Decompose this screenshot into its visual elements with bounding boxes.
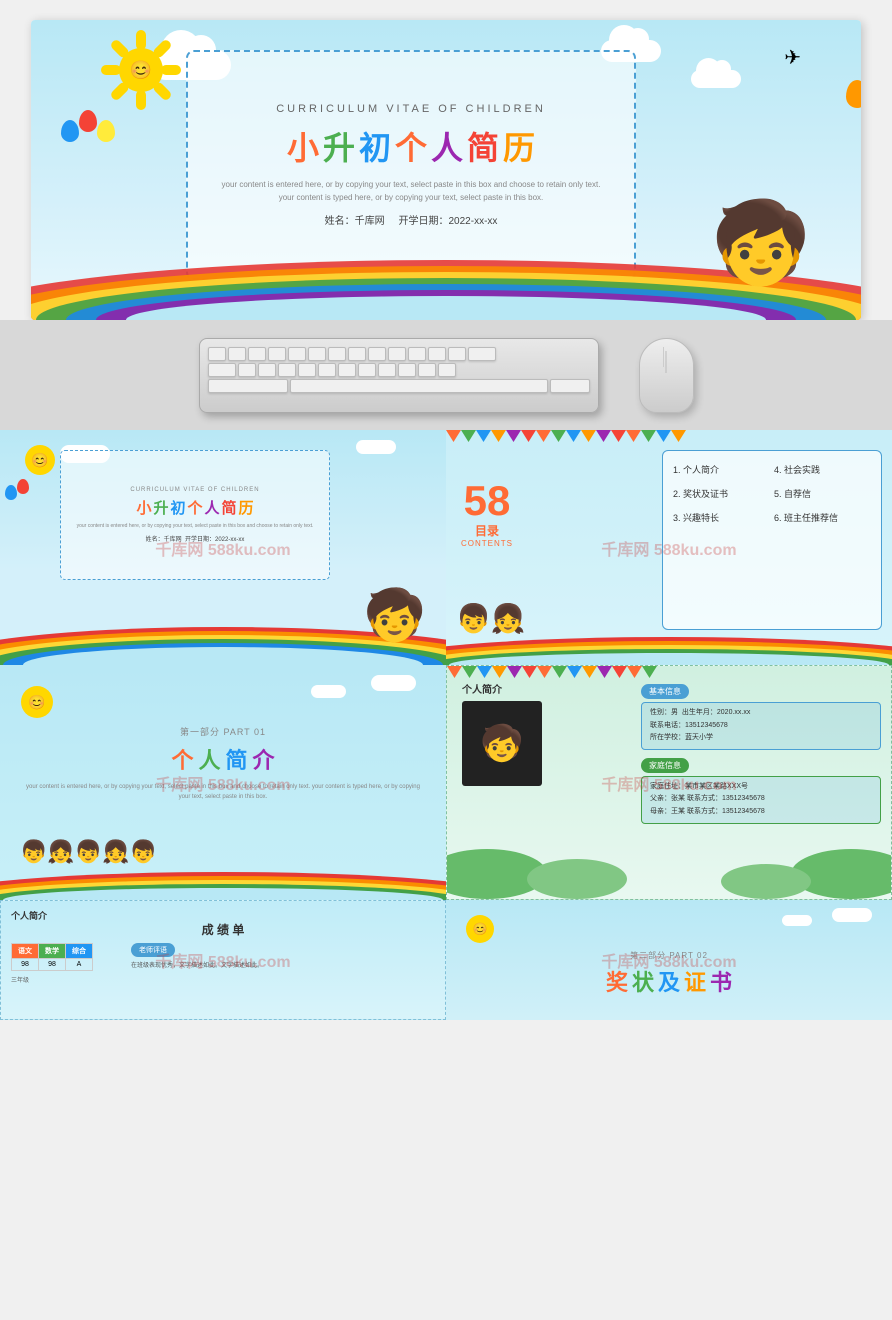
contents-item-2: 2. 奖状及证书 [673,485,770,505]
boy-character: 🧒 [711,196,811,290]
sun-part01: 😊 [15,680,60,725]
contents-label: 目录 [461,522,513,539]
cloud-awards-2 [782,915,812,926]
contents-label-en: CONTENTS [461,539,513,548]
family-info-section: 家庭住址：某市某区某路XXX号 父亲：张某 联系方式：13512345678 母… [641,776,881,824]
grade-chinese: 98 [12,959,39,971]
rainbow-part01 [0,860,446,900]
mouse [639,338,694,413]
main-slide-container: 😊 ✈ CURRICULUM VITAE OF CHILDREN 小 升 初 个 [31,20,861,320]
slide-desc: your content is entered here, or by copy… [222,179,601,205]
contents-item-3: 3. 兴趣特长 [673,509,770,529]
main-slide: 😊 ✈ CURRICULUM VITAE OF CHILDREN 小 升 初 个 [31,20,861,320]
cloud-sm-2 [356,440,396,454]
rainbow-sm-2 [446,625,892,665]
awards-part-label: 第二部分 PART 02 [446,950,892,961]
slide-profile: 个人简介 🧒 基本信息 性别：男 出生年月：2020.xx.xx 联系电话：13… [446,665,892,900]
contents-item-4: 4. 社会实践 [774,461,871,481]
keyboard-area [0,320,892,430]
profile-section-title: 个人简介 [462,681,502,696]
awards-title: 奖 状 及 证 书 [446,965,892,997]
sun-face: 😊 [119,48,163,92]
plane-icon: ✈ [784,45,801,70]
family-info-tag: 家庭信息 [641,758,689,773]
contents-list: 1. 个人简介 4. 社会实践 2. 奖状及证书 5. 自荐信 3. 兴趣特长 … [673,461,871,528]
sm-title-zh: 小 升 初 个 人 简 历 [136,497,253,518]
pennants-top [446,430,892,442]
part01-label: 第一部分 PART 01 个 人 简 介 your content is ent… [0,725,446,802]
part01-title: 个 人 简 介 [0,743,446,775]
slide-awards: 😊 第二部分 PART 02 奖 状 及 证 书 千库网 588ku.com [446,900,892,1020]
cloud-part01-1 [371,675,416,691]
cloud-part01-2 [311,685,346,698]
title-char-1: 小 [287,123,319,169]
slide-subtitle: CURRICULUM VITAE OF CHILDREN [276,103,546,115]
content-box-sm: CURRICULUM VITAE OF CHILDREN 小 升 初 个 人 简… [60,450,330,580]
contents-left: 58 目录 CONTENTS [461,480,513,548]
slide-cover-small: 😊 CURRICULUM VITAE OF CHILDREN 小 升 初 个 人… [0,430,446,665]
grade-level: 三年级 [11,975,93,984]
title-char-2: 升 [323,123,355,169]
boy-sm: 🧒 [364,586,426,645]
bottom-slides: 个人简介 成 绩 单 语文 数学 综合 98 98 A 三年级 老师评语 在班级… [0,900,892,1025]
cloud-3 [691,70,741,88]
keyboard [199,338,599,413]
grade-composite: A [66,959,93,971]
contents-item-1: 1. 个人简介 [673,461,770,481]
cloud-awards-1 [832,908,872,922]
slide-contents: 58 目录 CONTENTS 1. 个人简介 4. 社会实践 2. 奖状及证书 … [446,430,892,665]
contents-item-5: 5. 自荐信 [774,485,871,505]
basic-info-section: 性别：男 出生年月：2020.xx.xx 联系电话：13512345678 所在… [641,702,881,750]
sun: 😊 [106,35,176,105]
title-char-4: 个 [395,123,427,169]
contents-number: 58 [461,480,513,522]
title-char-6: 简 [467,123,499,169]
grades-subsection: 成 绩 单 [1,921,445,938]
grades-table-container: 语文 数学 综合 98 98 A 三年级 [11,939,93,984]
contents-item-6: 6. 班主任推荐信 [774,509,871,529]
title-char-7: 历 [503,123,535,169]
contents-box: 1. 个人简介 4. 社会实践 2. 奖状及证书 5. 自荐信 3. 兴趣特长 … [662,450,882,630]
student-image: 🧒 [462,701,542,786]
grades-table: 语文 数学 综合 98 98 A [11,943,93,971]
title-char-5: 人 [431,123,463,169]
pennants-profile [447,666,891,678]
slides-grid: 😊 CURRICULUM VITAE OF CHILDREN 小 升 初 个 人… [0,430,892,900]
slide-title-chinese: 小 升 初 个 人 简 历 [287,123,535,169]
slide-grades: 个人简介 成 绩 单 语文 数学 综合 98 98 A 三年级 老师评语 在班级… [0,900,446,1020]
teacher-comment-tag: 老师评语 在班级表现优秀，文字描述如此。文字描述如此。 [131,939,281,970]
grade-math: 98 [39,959,66,971]
basic-info-tag: 基本信息 [641,684,689,699]
title-char-3: 初 [359,123,391,169]
hills-profile [447,864,891,899]
sun-sm: 😊 [20,440,60,480]
slide-info: 姓名：千库网 开学日期：2022-xx-xx [325,212,498,227]
sun-awards: 😊 [461,910,501,950]
slide-part01: 😊 第一部分 PART 01 个 人 简 介 your content is e… [0,665,446,900]
profile-info-box: 基本信息 性别：男 出生年月：2020.xx.xx 联系电话：135123456… [641,681,881,829]
